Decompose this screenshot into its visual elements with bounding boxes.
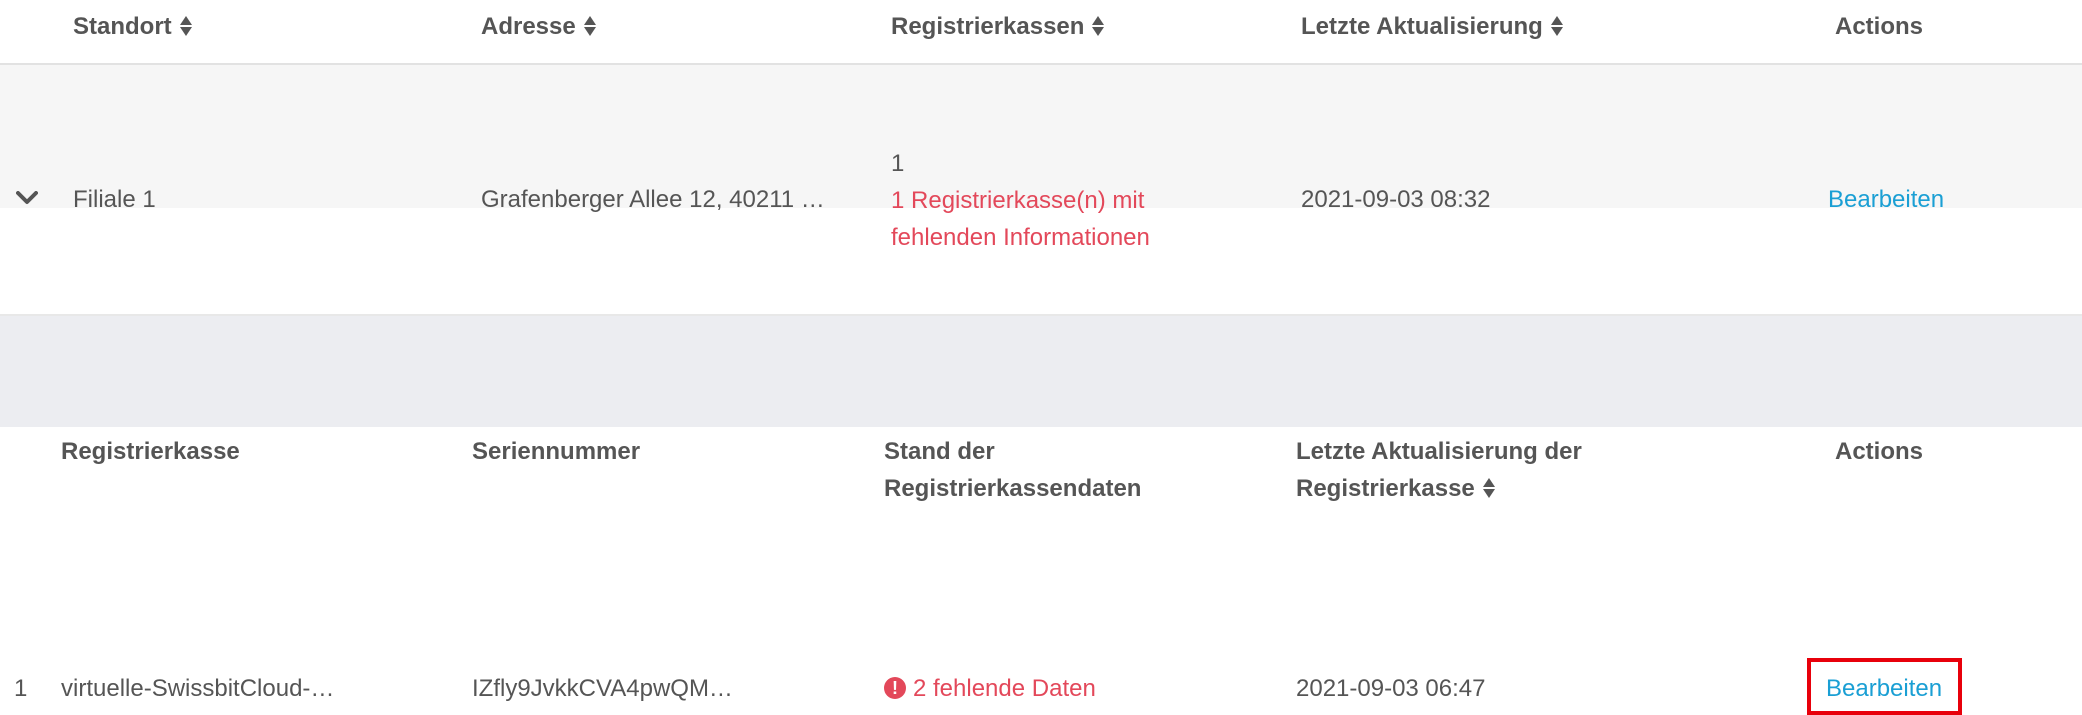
sort-icon[interactable] xyxy=(1482,477,1496,499)
column-header-letzte-aktualisierung[interactable]: Letzte Aktualisierung xyxy=(1301,8,1564,45)
column-header-letzte-aktualisierung-der-registrierkasse[interactable]: Letzte Aktualisierung der Registrierkass… xyxy=(1296,433,1656,507)
sort-icon[interactable] xyxy=(583,15,597,37)
column-header-standort[interactable]: Standort xyxy=(73,8,193,45)
column-header-stand-der-registrierkassendaten: Stand der Registrierkassendaten xyxy=(884,438,1142,502)
register-last-updated: 2021-09-03 06:47 xyxy=(1296,675,1486,702)
sort-icon[interactable] xyxy=(1550,15,1564,37)
column-header-seriennummer: Seriennummer xyxy=(472,438,641,465)
register-name: virtuelle-SwissbitCloud-… xyxy=(61,675,335,702)
sub-table-header: Registrierkasse Seriennummer Stand der R… xyxy=(0,208,2082,502)
sort-icon[interactable] xyxy=(179,15,193,37)
sort-icon[interactable] xyxy=(1092,15,1105,37)
edit-button[interactable]: Bearbeiten xyxy=(1826,670,1942,707)
column-header-registrierkassen[interactable]: Registrierkassen xyxy=(891,8,1105,45)
column-header-actions: Actions xyxy=(1835,438,1924,465)
register-count: 1 xyxy=(891,150,905,177)
column-header-registrierkasse: Registrierkasse xyxy=(61,438,240,465)
column-header-actions: Actions xyxy=(1835,13,1924,40)
row-index: 1 xyxy=(14,675,28,702)
main-table-header: Standort Adresse Registrierkassen Letzte… xyxy=(0,0,2082,65)
chevron-down-icon[interactable] xyxy=(16,191,38,205)
table-row[interactable]: 1 virtuelle-SwissbitCloud-… IZfly9JvkkCV… xyxy=(0,316,2082,715)
exclamation-circle-icon: ! xyxy=(884,676,906,699)
register-data-status: ! 2 fehlende Daten xyxy=(884,670,1096,707)
table-row[interactable]: Filiale 1 Grafenberger Allee 12, 40211 …… xyxy=(0,65,2082,251)
serial-number: IZfly9JvkkCVA4pwQM… xyxy=(472,675,733,702)
column-header-adresse[interactable]: Adresse xyxy=(481,8,597,45)
